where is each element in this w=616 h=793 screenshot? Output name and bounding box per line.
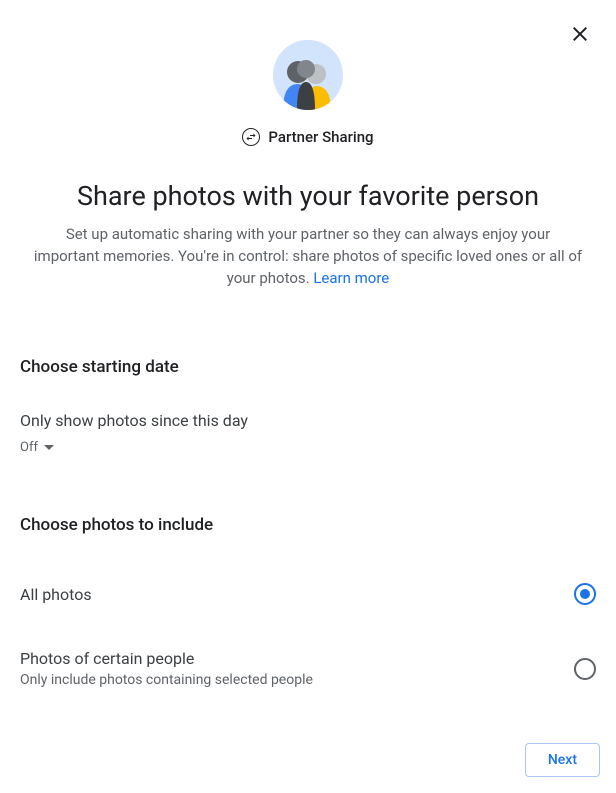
- close-icon: [568, 22, 592, 50]
- option-subtitle: Only include photos containing selected …: [20, 672, 574, 688]
- radio-option-certain-people[interactable]: Photos of certain people Only include ph…: [0, 649, 616, 688]
- radio-checked-icon: [574, 583, 596, 605]
- chevron-down-icon: [44, 445, 54, 450]
- date-dropdown-value: Off: [20, 440, 38, 455]
- description: Set up automatic sharing with your partn…: [0, 224, 616, 289]
- radio-option-all-photos[interactable]: All photos: [0, 583, 616, 605]
- close-button[interactable]: [560, 16, 600, 56]
- description-text: Set up automatic sharing with your partn…: [34, 225, 582, 287]
- swap-icon: [242, 128, 260, 146]
- date-filter-label: Only show photos since this day: [20, 411, 596, 430]
- page-title: Share photos with your favorite person: [0, 180, 616, 212]
- choose-date-heading: Choose starting date: [20, 357, 596, 377]
- next-button[interactable]: Next: [525, 743, 600, 777]
- option-title: Photos of certain people: [20, 649, 574, 668]
- partner-sharing-hero-icon: [273, 40, 343, 110]
- feature-label: Partner Sharing: [0, 128, 616, 146]
- radio-unchecked-icon: [574, 658, 596, 680]
- choose-photos-heading: Choose photos to include: [20, 515, 596, 535]
- learn-more-link[interactable]: Learn more: [313, 269, 389, 287]
- date-dropdown[interactable]: Off: [20, 440, 596, 455]
- feature-label-text: Partner Sharing: [268, 128, 373, 146]
- option-title: All photos: [20, 585, 574, 604]
